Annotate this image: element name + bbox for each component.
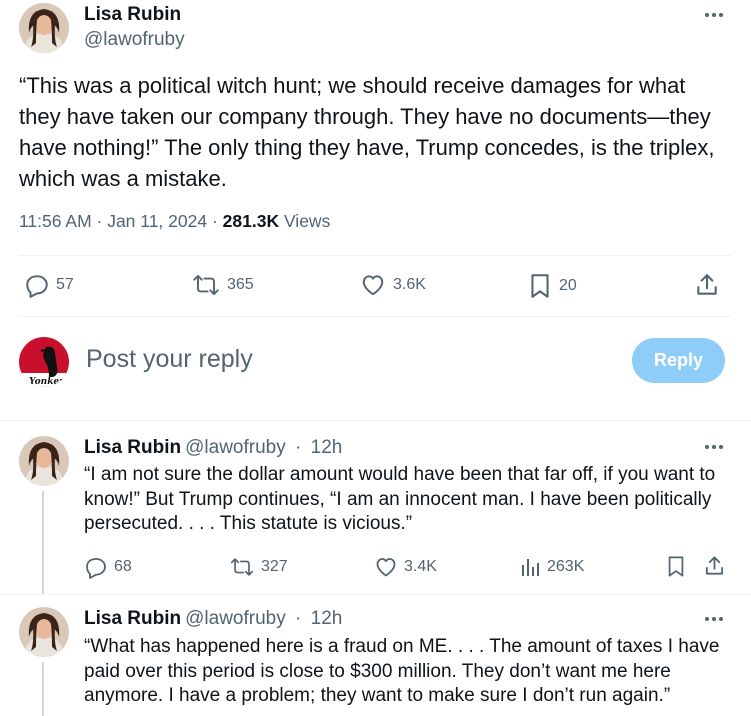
tweet-timestamp[interactable]: 11:56 AM · Jan 11, 2024 · xyxy=(19,211,223,231)
author-avatar[interactable] xyxy=(19,3,69,53)
share-action[interactable] xyxy=(694,272,720,298)
views-label: Views xyxy=(279,211,331,231)
author-handle[interactable]: @lawofruby xyxy=(84,29,185,51)
bookmark-count: 20 xyxy=(559,277,577,294)
separator: · xyxy=(289,437,307,458)
reply-count: 57 xyxy=(56,276,74,293)
like-count: 3.4K xyxy=(404,558,437,575)
divider xyxy=(19,255,732,256)
share-action[interactable] xyxy=(703,554,726,578)
share-icon xyxy=(697,274,717,295)
reply-header: Lisa Rubin @lawofruby · 12h xyxy=(84,437,342,459)
reply-header: Lisa Rubin @lawofruby · 12h xyxy=(84,608,342,630)
reply-author-avatar[interactable] xyxy=(19,607,69,657)
more-icon[interactable] xyxy=(702,612,726,626)
views-icon xyxy=(522,559,539,576)
reply-author-handle[interactable]: @lawofruby xyxy=(185,437,286,458)
tweet-meta: 11:56 AM · Jan 11, 2024 · 281.3K Views xyxy=(19,211,330,232)
bookmark-action[interactable] xyxy=(665,554,687,579)
reply-button[interactable]: Reply xyxy=(632,338,725,383)
author-name[interactable]: Lisa Rubin xyxy=(84,4,181,26)
like-action[interactable]: 3.6K xyxy=(359,272,426,298)
reply-timestamp[interactable]: 12h xyxy=(311,608,343,629)
repost-icon xyxy=(193,274,219,296)
separator: · xyxy=(289,608,307,629)
share-icon xyxy=(705,556,724,575)
bookmark-icon xyxy=(531,274,549,298)
divider xyxy=(0,594,751,595)
reply-timestamp[interactable]: 12h xyxy=(311,437,343,458)
reply-icon xyxy=(86,558,106,579)
like-action[interactable]: 3.4K xyxy=(374,555,437,579)
reply-author-name[interactable]: Lisa Rubin xyxy=(84,437,181,458)
repost-action[interactable]: 327 xyxy=(229,555,288,579)
tweet-text: “This was a political witch hunt; we sho… xyxy=(19,73,715,191)
bookmark-action[interactable]: 20 xyxy=(527,272,577,300)
reply-text: “What has happened here is a fraud on ME… xyxy=(84,636,720,706)
reply-author-name[interactable]: Lisa Rubin xyxy=(84,608,181,629)
svg-text:Yonkers: Yonkers xyxy=(29,377,69,387)
more-icon[interactable] xyxy=(702,8,726,22)
repost-count: 365 xyxy=(227,276,254,293)
divider xyxy=(19,316,732,317)
more-icon[interactable] xyxy=(702,440,726,454)
reply-action[interactable]: 68 xyxy=(84,555,132,579)
reply-count: 68 xyxy=(114,558,132,575)
thread-line xyxy=(42,491,44,594)
user-avatar[interactable]: Yonkers xyxy=(19,337,69,387)
repost-action[interactable]: 365 xyxy=(191,272,254,298)
reply-input[interactable]: Post your reply xyxy=(86,345,253,374)
like-icon xyxy=(362,275,384,296)
divider xyxy=(0,420,751,421)
like-icon xyxy=(376,558,396,577)
reply-author-avatar[interactable] xyxy=(19,436,69,486)
views-count: 281.3K xyxy=(222,211,280,231)
reply-action[interactable]: 57 xyxy=(24,272,74,298)
like-count: 3.6K xyxy=(393,276,426,293)
views-action[interactable]: 263K xyxy=(519,555,584,579)
repost-icon xyxy=(230,558,254,576)
reply-text: “I am not sure the dollar amount would h… xyxy=(84,464,716,534)
bookmark-icon xyxy=(668,556,684,577)
views-count: 263K xyxy=(547,558,585,575)
reply-icon xyxy=(26,275,48,298)
reply-author-handle[interactable]: @lawofruby xyxy=(185,608,286,629)
repost-count: 327 xyxy=(261,558,288,575)
thread-line xyxy=(42,662,44,716)
